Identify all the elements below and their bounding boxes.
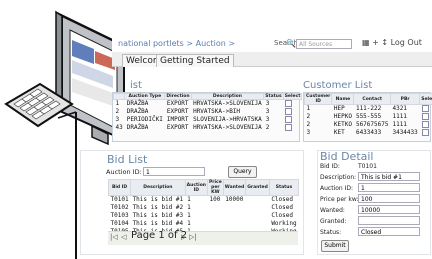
user-menu[interactable]: ▦ + ↕ Log Out xyxy=(362,38,422,47)
customer-list-title: Customer List xyxy=(303,80,373,91)
table-header: Customer ID Name Contact PBr Select xyxy=(303,93,432,105)
search-input[interactable]: All Sources xyxy=(296,39,352,49)
column-header: Name xyxy=(331,93,355,105)
submit-button[interactable]: Submit xyxy=(321,240,349,252)
auction-list-panel: Auction Type Direction Description Statu… xyxy=(112,92,303,142)
column-header: Direction xyxy=(164,93,192,100)
field-label: Granted: xyxy=(320,218,347,225)
select-checkbox[interactable] xyxy=(285,124,293,131)
pager-first-icon[interactable]: |◁ xyxy=(110,233,118,241)
column-header: Contact xyxy=(353,93,391,105)
table-row[interactable]: 2 HEPKO 555-555 1111 xyxy=(305,113,432,121)
bid-detail-title: Bid Detail xyxy=(320,150,374,163)
table-row[interactable]: 2 KETKO 567675675 1111 xyxy=(305,121,432,129)
auction-id-label: Auction ID: xyxy=(106,168,142,176)
table-row[interactable]: 43 DRAŽBA EXPORT HRVATSKA->SLOVENIJA 2 xyxy=(114,124,302,132)
field-label: Status: xyxy=(320,229,342,236)
pager-prev-icon[interactable]: ◁ xyxy=(121,233,126,241)
bid-id-value: T0101 xyxy=(358,163,377,170)
column-header: Customer ID xyxy=(303,93,333,105)
column-header: Status xyxy=(268,179,300,196)
table-row[interactable]: 2 DRAŽBA EXPORT HRVATSKA->BIH 3 xyxy=(114,108,302,116)
search-icon[interactable]: 🔍 xyxy=(286,39,296,48)
auction-id-field[interactable]: 1 xyxy=(358,183,420,192)
description-field[interactable]: This is bid #1 xyxy=(358,172,420,181)
select-checkbox[interactable] xyxy=(421,129,429,136)
table-row[interactable]: 1 HEP 111-222 4321 xyxy=(305,105,432,114)
field-label: Bid ID: xyxy=(320,163,340,170)
breadcrumb[interactable]: national portlets > Auction > xyxy=(118,39,235,48)
column-header: Auction Type xyxy=(124,93,166,100)
table-row[interactable]: 1 DRAŽBA EXPORT HRVATSKA->SLOVENIJA 3 xyxy=(114,100,302,109)
auction-id-input[interactable]: 1 xyxy=(143,167,205,176)
customer-list-panel: Customer ID Name Contact PBr Select 1HEP… xyxy=(303,92,432,142)
select-checkbox[interactable] xyxy=(421,113,429,120)
table-row[interactable]: T0101 This is bid #1 1 100 10000 Closed xyxy=(109,196,299,205)
select-checkbox[interactable] xyxy=(285,108,293,115)
select-checkbox[interactable] xyxy=(421,105,429,112)
column-header: Bid ID xyxy=(107,179,132,196)
column-header: Wanted xyxy=(222,179,247,196)
field-label: Wanted: xyxy=(320,207,345,214)
pager-next-icon[interactable]: ▷ xyxy=(181,233,186,241)
wanted-field[interactable]: 10000 xyxy=(358,205,420,214)
status-field[interactable]: Closed xyxy=(358,227,420,236)
column-header: Auction ID xyxy=(184,179,208,196)
tab-getting-started[interactable]: Getting Started xyxy=(156,54,234,67)
field-label: Price per kw: xyxy=(320,196,359,203)
select-checkbox[interactable] xyxy=(285,116,293,123)
field-label: Auction ID: xyxy=(320,185,354,192)
price-per-kw-field[interactable]: 100 xyxy=(358,194,420,203)
field-label: Description: xyxy=(320,174,357,181)
column-header: Granted xyxy=(245,179,270,196)
table-row[interactable]: T0102 This is bid #2 1 Closed xyxy=(109,204,299,212)
column-header: PBr xyxy=(389,93,421,105)
table-row[interactable]: 3 KET 6433433 3434433 xyxy=(305,129,432,137)
column-header: Description xyxy=(130,179,186,196)
column-header: Price per KW xyxy=(206,179,224,196)
table-header: Bid ID Description Auction ID Price per … xyxy=(107,179,300,196)
column-header: Select xyxy=(419,93,432,105)
table-row[interactable]: T0103 This is bid #3 1 Closed xyxy=(109,212,299,220)
column-header: Select xyxy=(282,93,303,100)
query-button[interactable]: Query xyxy=(228,166,257,178)
select-checkbox[interactable] xyxy=(421,121,429,128)
column-header: Status xyxy=(263,93,284,100)
select-checkbox[interactable] xyxy=(285,100,293,107)
pager-last-icon[interactable]: ▷| xyxy=(189,233,197,241)
bid-list-title: Bid List xyxy=(107,153,148,166)
granted-field[interactable] xyxy=(358,216,420,225)
table-row[interactable]: 3 PERIODIČKI IMPORT SLOVENIJA->HRVATSKA 3 xyxy=(114,116,302,124)
bid-table: Bid ID Description Auction ID Price per … xyxy=(107,179,300,236)
table-row[interactable]: T0104 This is bid #4 1 Working xyxy=(109,220,299,228)
pager-text: Page 1 of 2 xyxy=(131,230,188,241)
auction-list-title: ist xyxy=(130,80,142,91)
